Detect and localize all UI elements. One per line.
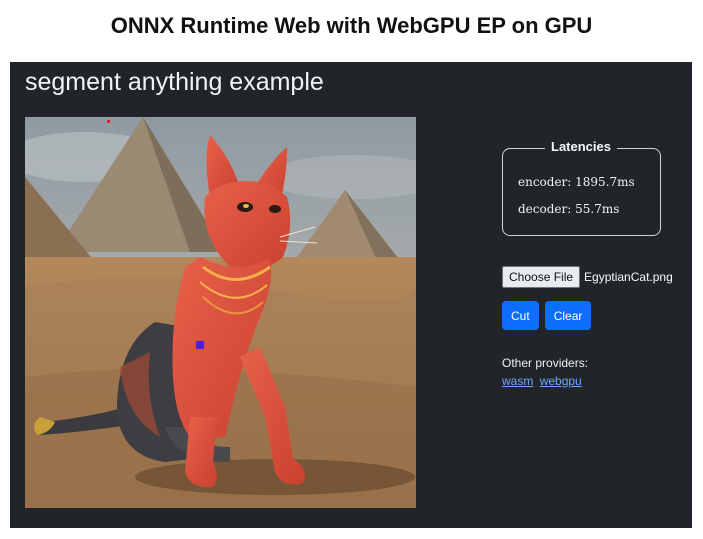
decoder-latency: decoder: 55.7ms [518, 202, 620, 216]
choose-file-button[interactable]: Choose File [502, 266, 581, 288]
encoder-latency: encoder: 1895.7ms [518, 175, 635, 189]
other-providers: Other providers: wasm webgpu [502, 356, 588, 388]
cut-button[interactable]: Cut [502, 301, 539, 330]
selected-file-name: EgyptianCat.png [584, 270, 673, 284]
app-window: segment anything example Latencies encod… [10, 62, 692, 528]
clear-button[interactable]: Clear [544, 301, 592, 330]
latencies-legend: Latencies [545, 139, 617, 154]
image-canvas[interactable] [25, 117, 416, 508]
provider-link-wasm[interactable]: wasm [502, 374, 533, 388]
file-input[interactable]: Choose File EgyptianCat.png [502, 266, 673, 288]
cat-image[interactable] [25, 117, 416, 508]
slide-title: ONNX Runtime Web with WebGPU EP on GPU [110, 13, 593, 38]
provider-link-webgpu[interactable]: webgpu [540, 374, 582, 388]
click-point-marker [196, 341, 204, 349]
providers-label: Other providers: [502, 356, 589, 370]
page-title: segment anything example [25, 68, 324, 96]
latencies-fieldset: Latencies encoder: 1895.7ms decoder: 55.… [502, 139, 661, 236]
action-buttons: Cut Clear [502, 301, 592, 330]
